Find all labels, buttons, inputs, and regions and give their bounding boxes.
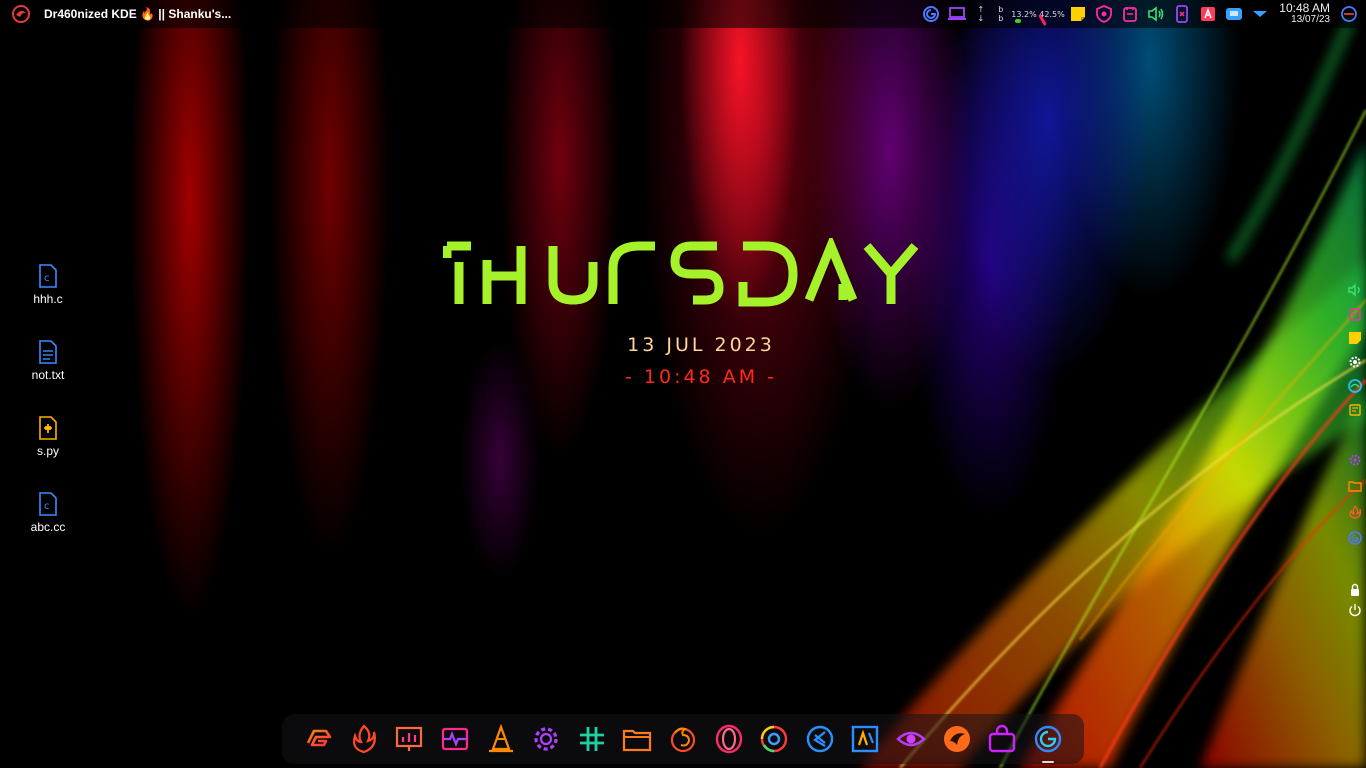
system-tray: ↑ ↓ b b 13.2% 42.5% 10:48 AM 13/07/23 [918,0,1366,28]
garuda-menu-icon[interactable] [1028,719,1068,763]
notepad-icon[interactable] [1347,402,1363,418]
power-icon[interactable] [1347,602,1363,618]
network-speed-values[interactable]: b b [998,5,1003,23]
garuda-icon[interactable] [920,3,942,25]
desktop[interactable]: Dr460nized KDE 🔥 || Shanku's... ↑ ↓ b b … [0,0,1366,768]
digital-clock[interactable]: 10:48 AM 13/07/23 [1279,2,1330,26]
cpu-monitor[interactable]: 13.2% [1011,9,1037,23]
notes-icon[interactable] [1119,3,1141,25]
system-monitor-icon[interactable] [435,719,475,759]
settings-icon[interactable] [1347,354,1363,370]
clock-date: 13/07/23 [1291,14,1330,25]
net-down-arrow: ↓ [977,14,985,23]
clock-time: 10:48 AM [1279,1,1330,15]
sticky-note-icon[interactable] [1067,3,1089,25]
desktop-file-s-py[interactable]: s.py [10,416,86,458]
dock [282,714,1084,764]
notes-icon[interactable] [1347,306,1363,322]
chrome-icon[interactable] [754,719,794,759]
presentation-icon[interactable] [389,719,429,759]
vlc-icon[interactable] [481,719,521,759]
memory-monitor[interactable]: 42.5% [1038,10,1065,26]
garuda-menu-icon[interactable] [1338,3,1360,25]
font-a-icon[interactable] [1197,3,1219,25]
slack-hash-icon[interactable] [572,719,612,759]
jetbrains-icon[interactable] [845,719,885,759]
vscode-icon[interactable] [800,719,840,759]
cpu-graph-icon [1015,18,1022,23]
cpu-percent: 13.2% [1011,9,1037,19]
file-label: s.py [36,444,59,458]
eye-icon[interactable] [891,719,931,759]
net-down-value: b [998,14,1004,23]
sticky-note-icon[interactable] [1347,330,1363,346]
lock-icon[interactable] [1347,582,1363,598]
settings-gear-icon[interactable] [526,719,566,759]
phone-connect-icon[interactable] [1171,3,1193,25]
volume-icon[interactable] [1347,282,1363,298]
app-launcher-dragon-icon[interactable] [10,3,32,25]
folder-icon[interactable] [1347,478,1363,494]
top-panel: Dr460nized KDE 🔥 || Shanku's... ↑ ↓ b b … [0,0,1366,28]
network-speed-arrows[interactable]: ↑ ↓ [978,5,985,23]
file-label: abc.cc [30,520,66,534]
garuda-fire-icon[interactable] [1347,504,1363,520]
desktop-file-abc-cc[interactable]: c abc.cc [10,492,86,534]
keyboard-layout-icon[interactable] [1223,3,1245,25]
svg-text:c: c [44,501,50,512]
file-manager-icon[interactable] [617,719,657,759]
day-widget [0,238,1366,312]
cpp-file-icon: c [39,492,57,516]
garuda-dragon-icon[interactable] [937,719,977,759]
right-side-bar [1344,280,1366,620]
python-file-icon [39,416,57,440]
store-bag-icon[interactable] [982,719,1022,759]
firefox-icon[interactable] [663,719,703,759]
widget-date: 13 JUL 2023 [627,334,775,356]
day-text [443,238,919,307]
garuda-icon[interactable] [1347,530,1363,546]
system-settings-icon[interactable] [1347,452,1363,468]
window-title[interactable]: Dr460nized KDE 🔥 || Shanku's... [44,7,231,21]
active-indicator [1041,761,1054,763]
net-up-value: b [998,5,1004,14]
opera-icon[interactable] [709,719,749,759]
expand-tray-icon[interactable] [1249,3,1271,25]
laptop-icon[interactable] [946,3,968,25]
net-up-arrow: ↑ [977,5,985,14]
edge-browser-icon[interactable] [1347,378,1363,394]
shield-icon[interactable] [1093,3,1115,25]
volume-icon[interactable] [1145,3,1167,25]
garuda-welcome-icon[interactable] [298,719,338,759]
widget-time: - 10:48 AM - [625,366,777,388]
garuda-fire-icon[interactable] [344,719,384,759]
